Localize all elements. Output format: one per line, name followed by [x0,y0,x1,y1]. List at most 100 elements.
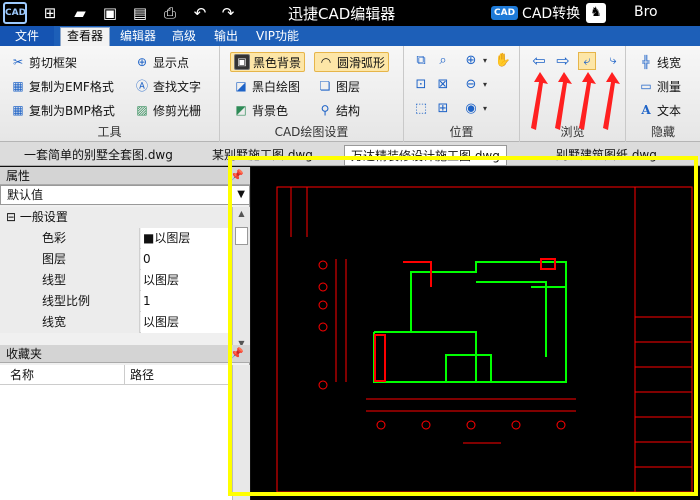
measure-button[interactable]: ▭ 测量 [638,76,681,96]
properties-dropdown[interactable]: 默认值 ▼ [0,185,250,205]
show-points-button[interactable]: ⊕ 显示点 [134,52,189,72]
properties-scrollbar[interactable]: ▲ ▼ [232,207,250,355]
new-file-icon[interactable]: ⊞ [40,3,60,23]
fit-all-icon[interactable]: ⊠ [434,76,452,94]
property-value[interactable]: 1 [141,291,232,312]
structure-button[interactable]: ⚲ 结构 [317,100,360,120]
left-panel: 属性 📌 默认值 ▼ ⊟ 一般设置 色彩 ■以图层 图层 0 线型 以图层 线型… [0,167,250,500]
favorites-scrollbar[interactable] [232,365,250,500]
property-row[interactable]: 线型 以图层 [0,270,232,291]
hide-group-label: 隐藏 [650,125,675,139]
favorites-title: 收藏夹 [6,347,43,361]
print-icon[interactable]: ⎙ [160,3,180,23]
black-background-button[interactable]: ▣ 黑色背景 [230,52,306,72]
user-icon[interactable]: ♞ [586,3,606,23]
copy-bmp-button[interactable]: ▦ 复制为BMP格式 [10,100,115,120]
raster-icon: ▨ [136,103,148,117]
lineweight-icon: ╬ [642,55,650,69]
background-color-button[interactable]: ◩ 背景色 [233,100,288,120]
find-text-label: 查找文字 [153,79,202,94]
scroll-thumb[interactable] [235,227,248,245]
zoom-extents-icon[interactable]: ⧉ [412,52,430,70]
axis-bubble [318,300,328,310]
text-button[interactable]: A 文本 [638,100,681,120]
arrow-right-icon[interactable]: ⇨ [554,52,572,70]
save-icon[interactable]: ▣ [100,3,120,23]
doc-tab-2[interactable]: 某别墅施工图.dwg [212,146,313,163]
drawing-canvas[interactable] [251,167,700,500]
trim-raster-button[interactable]: ▨ 修剪光栅 [134,100,201,120]
tools-group-label: 工具 [97,125,122,139]
fit-window-icon[interactable]: ⊡ [412,76,430,94]
scroll-up-icon[interactable]: ▲ [235,209,248,223]
axis-bubble [318,260,328,270]
find-text-button[interactable]: Ⓐ 查找文字 [134,76,201,96]
layers-button[interactable]: ❏ 图层 [317,76,360,96]
zoom-window-icon[interactable]: ⌕ [434,52,452,70]
clip-frame-icon: ✂ [12,55,24,69]
copy-emf-button[interactable]: ▦ 复制为EMF格式 [10,76,114,96]
lineweight-button[interactable]: ╬ 线宽 [638,52,681,72]
property-value[interactable]: ■以图层 [141,228,232,249]
property-row[interactable]: 线宽 以图层 [0,312,232,333]
column-divider [124,365,125,385]
zoom-realtime-icon[interactable]: ⊞ [434,100,452,118]
property-value[interactable]: 以图层 [141,270,232,291]
zoom-out-dropdown-icon[interactable]: ▾ [476,76,494,94]
smooth-arc-icon: ◠ [320,55,332,69]
tab-advanced[interactable]: 高级 [166,26,202,46]
wall-inner [476,281,547,357]
zoom-previous-icon[interactable]: ⬚ [412,100,430,118]
axis-bubble [318,282,328,292]
property-group-title: 一般设置 [19,210,68,224]
property-row[interactable]: 色彩 ■以图层 [0,228,232,249]
favorites-col-name[interactable]: 名称 [10,365,34,385]
red-wall [403,261,432,287]
browse-folder-icon[interactable]: ⤶ [578,52,596,70]
property-row[interactable]: 线型比例 1 [0,291,232,312]
tab-editor[interactable]: 编辑器 [114,26,162,46]
properties-title: 属性 [6,169,31,183]
redo-icon[interactable]: ↷ [218,3,238,23]
user-name[interactable]: Bro [634,4,658,20]
undo-icon[interactable]: ↶ [190,3,210,23]
tab-vip[interactable]: VIP功能 [250,26,305,46]
smooth-arc-button[interactable]: ◠ 圆滑弧形 [314,52,390,72]
zoom-in-dropdown-icon[interactable]: ▾ [476,52,494,70]
cad-convert-button[interactable]: CAD CAD转换 [491,3,580,23]
bmp-icon: ▦ [12,103,24,117]
property-group-general[interactable]: ⊟ 一般设置 [0,207,232,228]
favorites-list[interactable] [0,385,232,500]
property-row[interactable]: 图层 0 [0,249,232,270]
tab-file[interactable]: 文件 [0,26,54,46]
doc-tab-4[interactable]: 别墅建筑图纸.dwg [556,146,657,163]
background-color-label: 背景色 [252,103,289,118]
favorites-col-path[interactable]: 路径 [130,365,154,385]
property-value[interactable]: 0 [141,249,232,270]
open-folder-icon[interactable]: ▰ [70,3,90,23]
position-group-label: 位置 [449,125,474,139]
axis-bubble [318,380,328,390]
red-wall-box [540,258,556,270]
orbit-dropdown-icon[interactable]: ▾ [476,100,494,118]
app-logo-icon: CAD [3,2,27,24]
doc-tab-1[interactable]: 一套简单的别墅全套图.dwg [24,146,173,163]
clip-frame-button[interactable]: ✂ 剪切框架 [10,52,77,72]
browse-next-file-icon[interactable]: ⤷ [604,52,622,70]
pan-hand-icon[interactable]: ✋ [494,52,512,70]
doc-tab-3[interactable]: 万达精装修设计施工图.dwg [344,145,507,166]
tab-viewer[interactable]: 查看器 [60,27,111,46]
wall-outline [373,261,567,383]
pin-icon[interactable]: 📌 [230,167,244,185]
save-as-icon[interactable]: ▤ [130,3,150,23]
chevron-down-icon: ▼ [237,189,245,200]
property-group-label: ⊟ 一般设置 [0,207,232,228]
pin-icon[interactable]: 📌 [230,345,244,363]
axis-bubble [376,420,386,430]
tab-output[interactable]: 输出 [208,26,244,46]
arrow-left-icon[interactable]: ⇦ [530,52,548,70]
bw-drawing-button[interactable]: ◪ 黑白绘图 [233,76,300,96]
structure-icon: ⚲ [320,103,330,117]
emf-icon: ▦ [12,79,24,93]
property-value[interactable]: 以图层 [141,312,232,333]
